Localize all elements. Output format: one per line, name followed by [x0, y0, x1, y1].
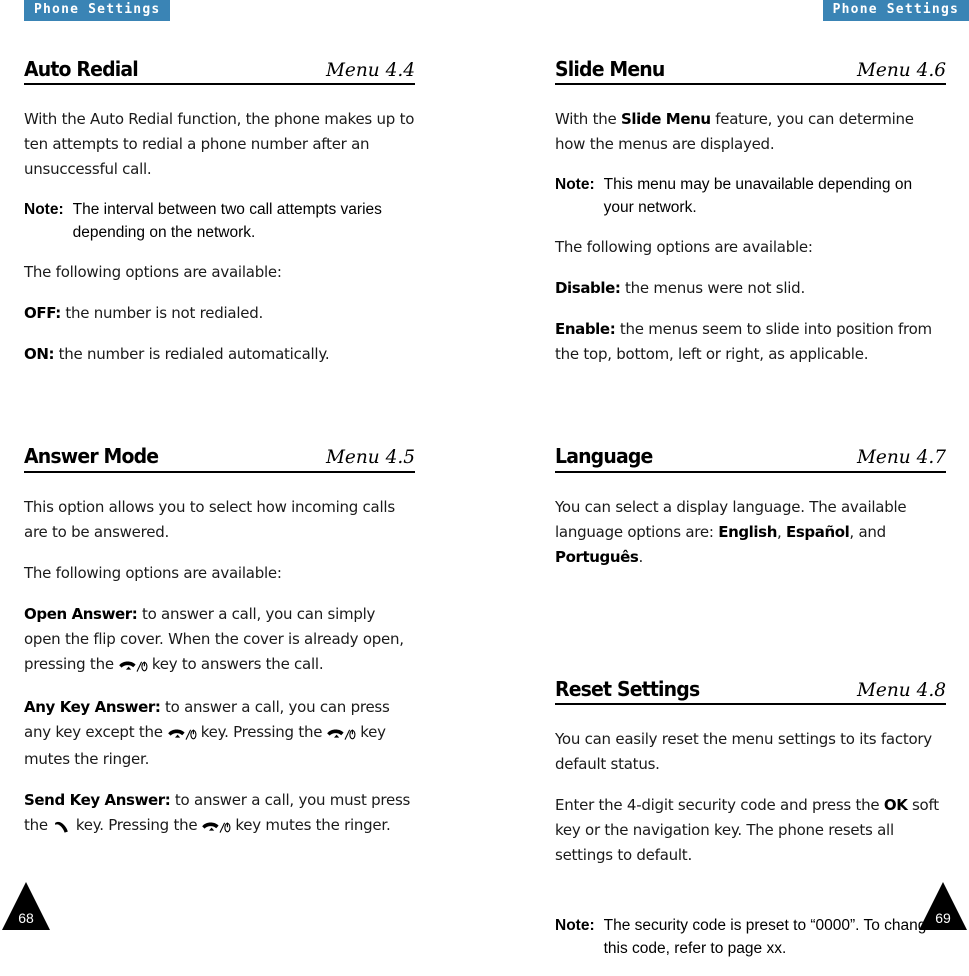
note-body: This menu may be unavailable depending o… — [603, 176, 913, 217]
slide-menu-note: Note: This menu may be unavailable depen… — [555, 173, 946, 219]
running-head-tab-right: Phone Settings — [822, 0, 969, 21]
answer-mode-options-lead: The following options are available: — [24, 563, 282, 582]
note-label: Note: — [555, 176, 595, 194]
section-auto-redial: Auto Redial Menu 4.4 With the Auto Redia… — [24, 58, 415, 367]
section-title: Answer Mode — [24, 444, 159, 469]
auto-redial-option-off: OFF: the number is not redialed. — [24, 301, 415, 326]
language-option-english: English — [718, 522, 777, 541]
section-menu-number: Menu 4.6 — [856, 60, 946, 81]
option-text-b: key. Pressing the — [75, 815, 198, 834]
running-head-tab-left: Phone Settings — [24, 0, 171, 21]
ok-softkey-label: OK — [883, 796, 908, 815]
language-intro: You can select a display language. The a… — [555, 495, 946, 570]
note-label: Note: — [24, 201, 64, 219]
page-number: 68 — [18, 910, 34, 926]
section-menu-number: Menu 4.4 — [325, 60, 415, 81]
section-menu-number: Menu 4.5 — [325, 447, 415, 469]
reset-settings-intro: You can easily reset the menu settings t… — [555, 730, 932, 774]
end-call-power-key-icon — [326, 722, 356, 747]
option-label: Open Answer: — [24, 604, 138, 623]
section-heading-auto-redial: Auto Redial Menu 4.4 — [24, 57, 415, 86]
option-label: Enable: — [555, 320, 616, 339]
page-number: 69 — [935, 910, 951, 926]
auto-redial-intro: With the Auto Redial function, the phone… — [24, 110, 415, 179]
auto-redial-option-on: ON: the number is redialed automatically… — [24, 342, 415, 367]
slide-menu-options-lead: The following options are available: — [555, 238, 813, 257]
sentence-end: . — [638, 547, 643, 566]
end-call-power-key-icon — [167, 722, 197, 747]
option-label: ON: — [24, 345, 55, 364]
option-text-b: key. Pressing the — [200, 722, 323, 741]
send-call-key-icon — [52, 815, 72, 840]
note-body: The security code is preset to “0000”. T… — [603, 917, 936, 958]
reset-settings-detail: Enter the 4-digit security code and pres… — [555, 793, 946, 868]
section-heading-slide-menu: Slide Menu Menu 4.6 — [555, 57, 946, 86]
slide-menu-option-disable: Disable: the menus were not slid. — [555, 276, 946, 301]
page-number-corner-left: 68 — [2, 882, 50, 930]
language-option-espanol: Español — [786, 522, 850, 541]
detail-text-a: Enter the 4-digit security code and pres… — [555, 796, 880, 815]
section-language: Language Menu 4.7 You can select a displ… — [555, 445, 946, 569]
end-call-power-key-icon — [118, 654, 148, 679]
section-title: Auto Redial — [24, 57, 139, 81]
auto-redial-options-lead: The following options are available: — [24, 263, 282, 282]
page-number-corner-right: 69 — [919, 882, 967, 930]
option-label: Send Key Answer: — [24, 790, 171, 809]
language-option-portugues: Português — [555, 547, 639, 566]
option-label: Disable: — [555, 279, 621, 298]
option-text: the number is not redialed. — [65, 304, 264, 323]
section-answer-mode: Answer Mode Menu 4.5 This option allows … — [24, 445, 415, 839]
note-label: Note: — [555, 917, 595, 935]
section-heading-language: Language Menu 4.7 — [555, 444, 946, 473]
auto-redial-note: Note: The interval between two call atte… — [24, 198, 415, 244]
reset-settings-note: Note: The security code is preset to “00… — [555, 914, 946, 960]
section-heading-answer-mode: Answer Mode Menu 4.5 — [24, 444, 415, 473]
section-slide-menu: Slide Menu Menu 4.6 With the Slide Menu … — [555, 58, 946, 367]
separator: , and — [849, 522, 886, 541]
section-menu-number: Menu 4.8 — [856, 679, 946, 701]
answer-mode-any-key-answer: Any Key Answer: to answer a call, you ca… — [24, 695, 415, 772]
section-reset-settings: Reset Settings Menu 4.8 You can easily r… — [555, 678, 946, 960]
intro-text-a: With the — [555, 110, 617, 129]
separator: , — [776, 522, 782, 541]
answer-mode-open-answer: Open Answer: to answer a call, you can s… — [24, 602, 415, 679]
intro-emphasis: Slide Menu — [620, 110, 711, 129]
section-heading-reset-settings: Reset Settings Menu 4.8 — [555, 676, 946, 706]
note-body: The interval between two call attempts v… — [72, 201, 382, 242]
option-text-c: key mutes the ringer. — [235, 815, 391, 834]
option-text-b: key to answers the call. — [151, 654, 324, 673]
slide-menu-intro: With the Slide Menu feature, you can det… — [555, 107, 946, 157]
section-title: Slide Menu — [555, 57, 665, 81]
section-title: Reset Settings — [555, 676, 700, 701]
option-text: the menus were not slid. — [625, 279, 805, 298]
end-call-power-key-icon — [201, 815, 231, 840]
right-page-column: Slide Menu Menu 4.6 With the Slide Menu … — [555, 58, 946, 976]
option-text: the number is redialed automatically. — [58, 345, 330, 364]
answer-mode-send-key-answer: Send Key Answer: to answer a call, you m… — [24, 788, 415, 840]
left-page-column: Auto Redial Menu 4.4 With the Auto Redia… — [24, 58, 415, 856]
section-menu-number: Menu 4.7 — [856, 447, 946, 469]
option-label: OFF: — [24, 304, 61, 323]
answer-mode-intro: This option allows you to select how inc… — [24, 497, 395, 541]
slide-menu-option-enable: Enable: the menus seem to slide into pos… — [555, 317, 946, 367]
section-title: Language — [555, 444, 653, 469]
option-label: Any Key Answer: — [24, 697, 161, 716]
